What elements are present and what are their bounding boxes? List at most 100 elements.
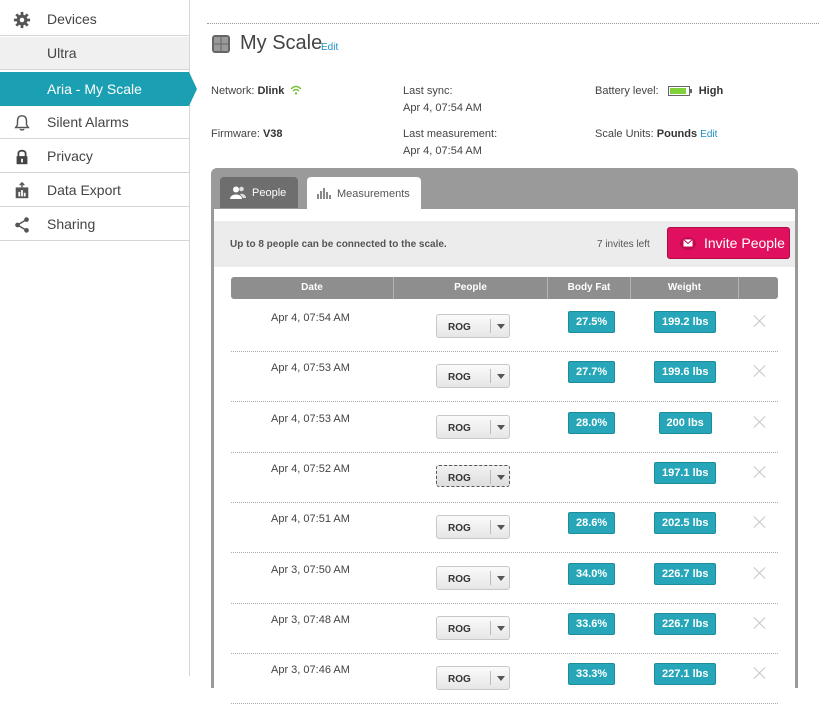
delete-measurement-icon[interactable] <box>753 566 766 579</box>
person-select-value: ROG <box>448 523 471 535</box>
scale-panel: People Measurements Up to 8 people can b… <box>211 168 798 704</box>
scale-units-info: Scale Units: Pounds Edit <box>595 128 717 140</box>
body-fat-badge: 28.6% <box>568 512 616 535</box>
weight-badge: 226.7 lbs <box>654 612 717 635</box>
column-header-body-fat[interactable]: Body Fat <box>548 277 631 299</box>
measurement-date: Apr 4, 07:53 AM <box>271 362 350 375</box>
weight-badge: 199.6 lbs <box>654 361 717 384</box>
weight-badge: 227.1 lbs <box>654 663 717 686</box>
person-select[interactable]: ROG <box>436 515 510 540</box>
sidebar-item-silent-alarms[interactable]: Silent Alarms <box>0 106 189 139</box>
chevron-down-icon <box>497 424 505 430</box>
column-header-date[interactable]: Date <box>231 277 394 299</box>
sidebar-item-label: Silent Alarms <box>47 114 129 130</box>
edit-title-link[interactable]: Edit <box>321 42 338 53</box>
invite-people-button[interactable]: Invite People <box>667 227 790 259</box>
sidebar-item-label: Sharing <box>47 216 96 232</box>
weight-badge: 197.1 lbs <box>654 461 717 484</box>
body-fat-badge: 33.6% <box>568 612 616 635</box>
units-label: Scale Units: <box>595 128 654 140</box>
share-icon <box>15 217 29 233</box>
select-divider <box>490 369 491 384</box>
table-row: Apr 3, 07:46 AM ROG 33.3% 227.1 lbs <box>231 654 778 704</box>
firmware-label: Firmware: <box>211 128 260 140</box>
person-select-value: ROG <box>448 322 471 333</box>
person-select[interactable]: ROG <box>436 314 510 338</box>
notice-text: Up to 8 people can be connected to the s… <box>230 239 447 250</box>
gear-icon <box>13 11 31 29</box>
sidebar: Devices Ultra Aria - My Scale Silent Ala… <box>0 0 197 676</box>
column-header-people[interactable]: People <box>394 277 548 299</box>
last-sync-label: Last sync: <box>403 85 453 97</box>
sidebar-item-devices[interactable]: Devices <box>0 3 189 36</box>
measurement-date: Apr 4, 07:54 AM <box>271 312 350 324</box>
weight-badge: 199.2 lbs <box>654 311 717 333</box>
wifi-icon <box>290 85 302 95</box>
delete-measurement-icon[interactable] <box>753 415 766 428</box>
bar-chart-icon <box>317 188 331 199</box>
edit-units-link[interactable]: Edit <box>700 129 717 140</box>
invites-left: 7 invites left <box>597 239 650 250</box>
battery-value: High <box>698 85 724 97</box>
delete-measurement-icon[interactable] <box>753 515 766 528</box>
chevron-down-icon <box>497 324 505 329</box>
active-indicator-arrow <box>189 72 197 106</box>
chevron-down-icon <box>497 374 505 380</box>
column-header-actions <box>739 277 778 299</box>
column-header-weight[interactable]: Weight <box>631 277 739 299</box>
battery-icon <box>667 86 692 97</box>
body-fat-badge: 34.0% <box>568 562 616 585</box>
person-select[interactable]: ROG <box>436 364 510 389</box>
battery-info: Battery level: High <box>595 85 723 97</box>
chevron-down-icon <box>497 575 505 581</box>
tab-people[interactable]: People <box>220 177 298 208</box>
measurement-date: Apr 3, 07:46 AM <box>271 664 350 677</box>
table-row: Apr 3, 07:48 AM ROG 33.6% 226.7 lbs <box>231 604 778 654</box>
chart-export-icon <box>15 182 29 199</box>
sidebar-item-data-export[interactable]: Data Export <box>0 174 189 207</box>
weight-badge: 202.5 lbs <box>654 512 717 535</box>
measurement-date: Apr 4, 07:51 AM <box>271 513 350 526</box>
person-select-value: ROG <box>448 372 471 384</box>
person-select[interactable]: ROG <box>436 615 510 640</box>
delete-measurement-icon[interactable] <box>753 465 766 478</box>
body-fat-badge: 33.3% <box>568 663 616 686</box>
sidebar-item-ultra[interactable]: Ultra <box>0 37 189 70</box>
scale-icon <box>212 35 230 53</box>
table-row: Apr 4, 07:53 AM ROG 27.7% 199.6 lbs <box>231 352 778 403</box>
table-row: Apr 4, 07:51 AM ROG 28.6% 202.5 lbs <box>231 503 778 554</box>
tab-measurements[interactable]: Measurements <box>307 177 421 210</box>
delete-measurement-icon[interactable] <box>753 616 766 629</box>
divider <box>207 23 819 24</box>
delete-measurement-icon[interactable] <box>753 314 766 327</box>
chevron-down-icon <box>497 474 505 480</box>
last-measurement-label: Last measurement: <box>403 128 498 140</box>
delete-measurement-icon[interactable] <box>753 364 766 377</box>
select-divider <box>490 319 491 333</box>
sidebar-item-sharing[interactable]: Sharing <box>0 208 189 241</box>
sidebar-item-label: Ultra <box>47 45 77 61</box>
person-select[interactable]: ROG <box>436 565 510 590</box>
select-divider <box>490 419 491 434</box>
person-select[interactable]: ROG <box>436 666 510 691</box>
select-divider <box>490 671 491 686</box>
tab-label: People <box>252 186 287 199</box>
body-fat-badge: 28.0% <box>568 411 616 434</box>
body-fat-badge: 27.5% <box>568 311 616 333</box>
sidebar-item-aria-my-scale[interactable]: Aria - My Scale <box>0 72 197 106</box>
network-value: Dlink <box>257 85 285 97</box>
delete-measurement-icon[interactable] <box>753 666 766 679</box>
envelope-icon <box>680 236 696 250</box>
firmware-info: Firmware: V38 <box>211 128 283 140</box>
person-select-value: ROG <box>448 472 471 484</box>
lock-icon <box>16 149 28 165</box>
sidebar-item-label: Privacy <box>47 148 93 164</box>
person-select[interactable]: ROG <box>436 464 510 487</box>
sidebar-item-privacy[interactable]: Privacy <box>0 140 189 173</box>
weight-badge: 200 lbs <box>658 411 712 434</box>
person-select[interactable]: ROG <box>436 414 510 439</box>
table-row: Apr 4, 07:52 AM ROG 197.1 lbs <box>231 453 778 503</box>
chevron-down-icon <box>497 525 505 531</box>
person-select-value: ROG <box>448 422 471 434</box>
bell-icon <box>14 115 30 131</box>
